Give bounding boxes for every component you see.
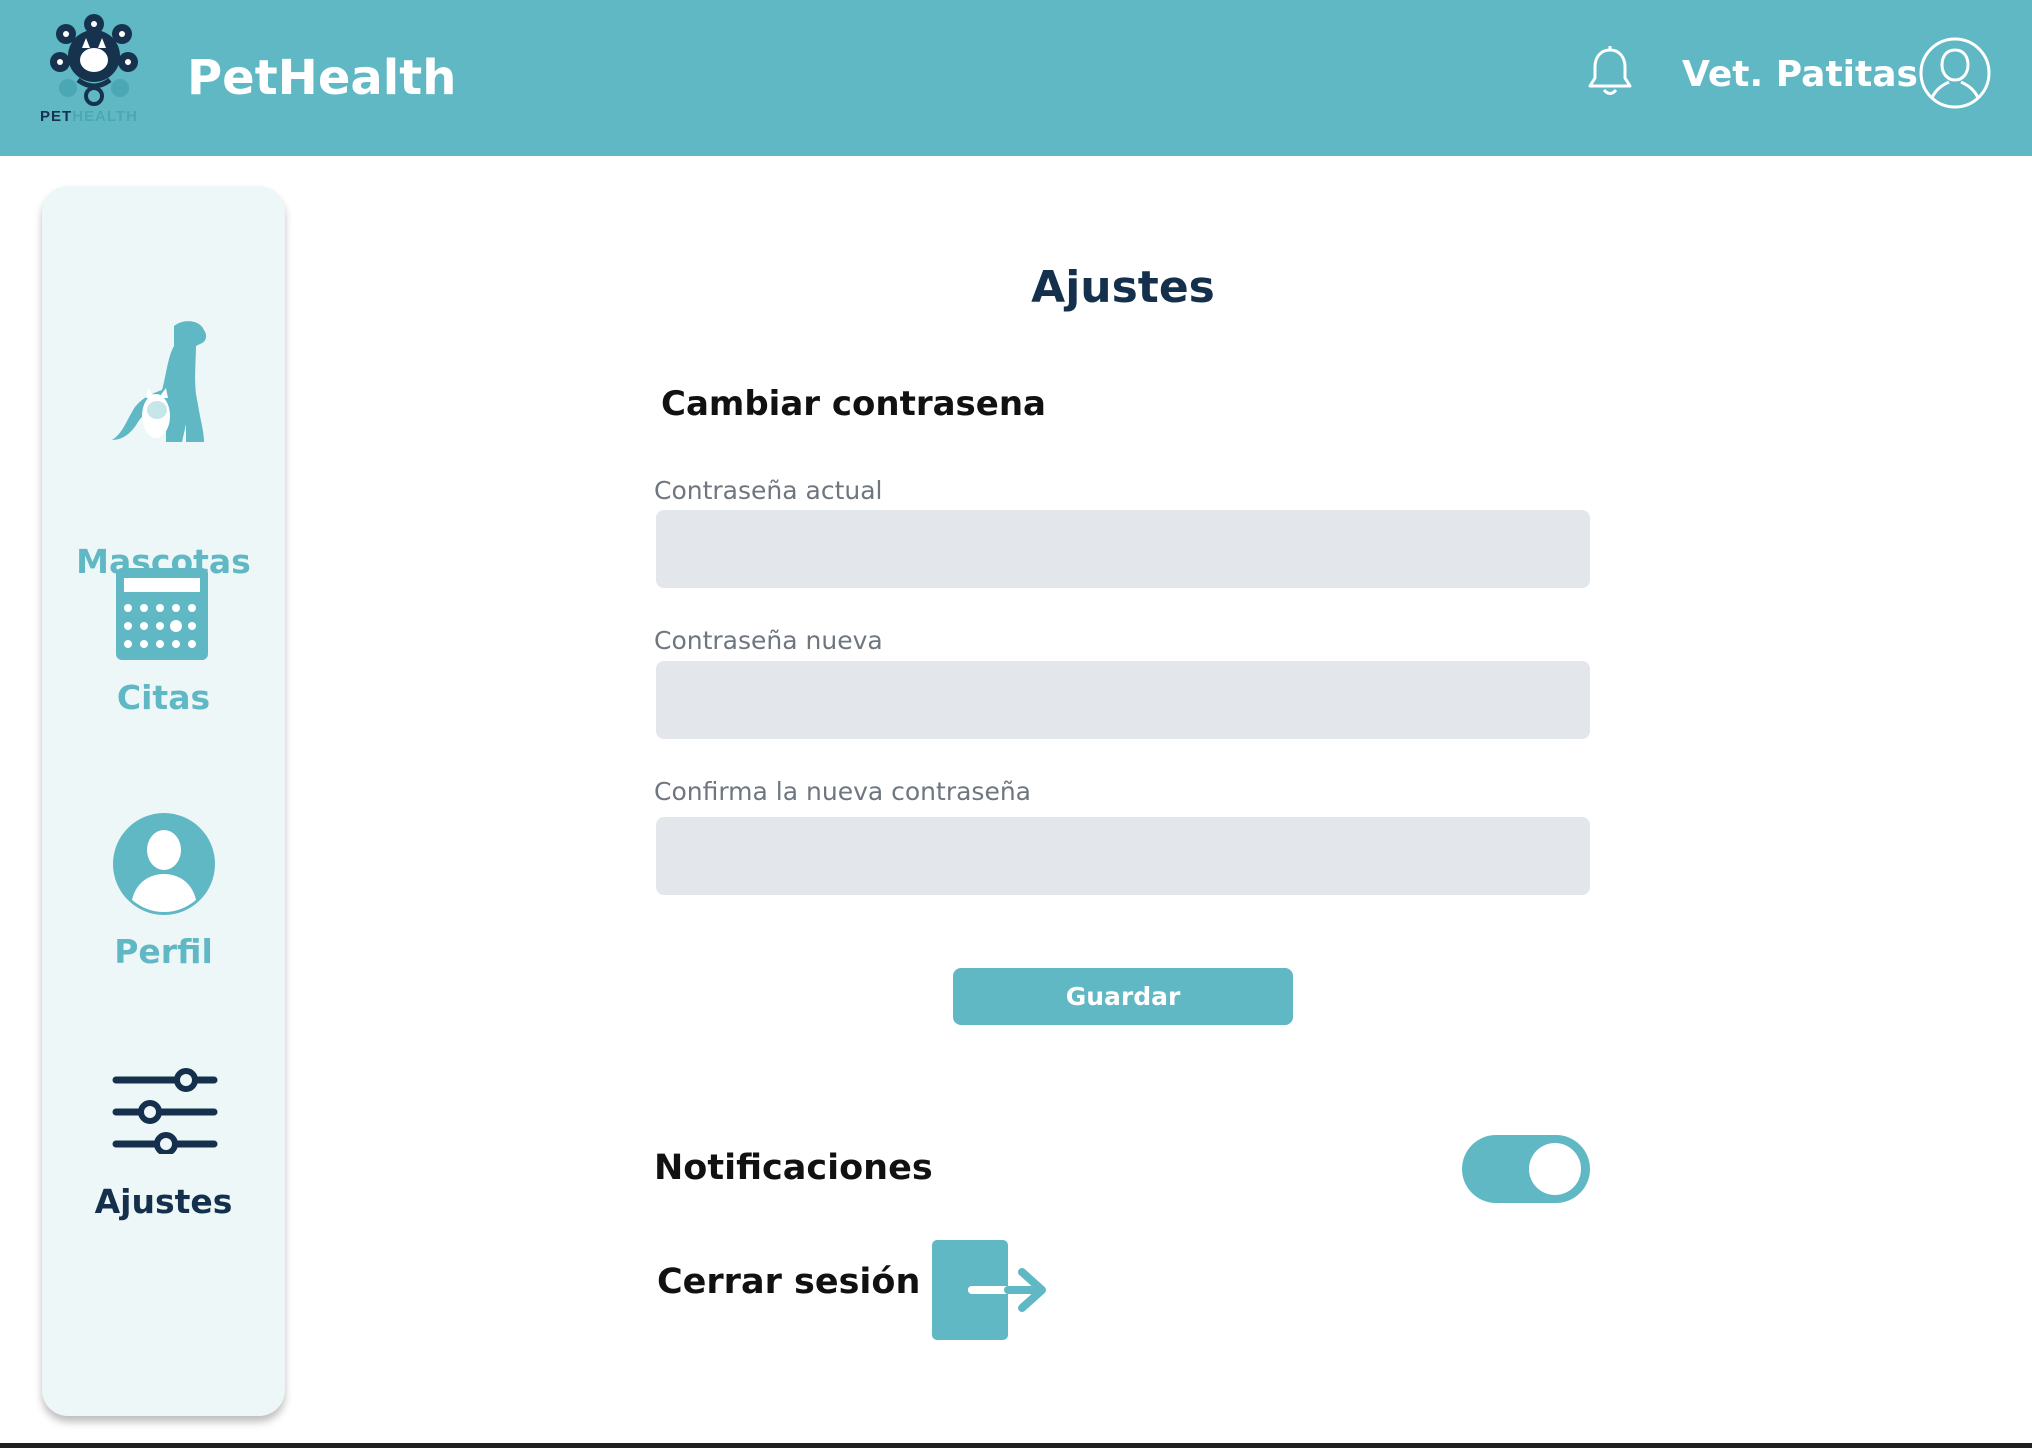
- password-section-title: Cambiar contrasena: [661, 384, 1046, 424]
- pets-icon: [112, 321, 207, 442]
- logout-icon[interactable]: [930, 1238, 1048, 1342]
- profile-icon: [113, 813, 215, 915]
- brand-title: PetHealth: [187, 50, 457, 106]
- sidebar-item-citas[interactable]: Citas: [42, 566, 285, 726]
- new-password-input[interactable]: [656, 661, 1590, 739]
- notifications-toggle[interactable]: [1462, 1135, 1590, 1203]
- page-title: Ajustes: [1031, 262, 1215, 313]
- sidebar-item-label: Perfil: [114, 932, 213, 971]
- sidebar-item-label: Citas: [116, 678, 211, 717]
- logo-word-pet: PET: [40, 108, 73, 125]
- sliders-icon: [112, 1068, 218, 1154]
- calendar-icon: [116, 568, 208, 660]
- sidebar-item-ajustes[interactable]: Ajustes: [42, 1068, 285, 1248]
- notifications-label: Notificaciones: [654, 1148, 933, 1188]
- current-password-label: Contraseña actual: [654, 476, 883, 505]
- logo-word-health: HEALTH: [72, 108, 138, 125]
- sidebar-item-label: Ajustes: [94, 1182, 233, 1221]
- sidebar-item-perfil[interactable]: Perfil: [42, 812, 285, 992]
- logout-label: Cerrar sesión: [657, 1262, 921, 1302]
- bell-icon[interactable]: [1582, 44, 1638, 100]
- current-password-input[interactable]: [656, 510, 1590, 588]
- user-avatar-icon[interactable]: [1918, 36, 1992, 110]
- bottom-border: [0, 1443, 2032, 1448]
- sidebar: Mascotas Citas Perfil Ajustes: [42, 186, 285, 1416]
- top-bar: PETHEALTH PetHealth Vet. Patitas: [0, 0, 2032, 156]
- user-name[interactable]: Vet. Patitas: [1682, 54, 1918, 95]
- save-button[interactable]: Guardar: [953, 968, 1293, 1025]
- toggle-knob: [1529, 1143, 1581, 1195]
- new-password-label: Contraseña nueva: [654, 626, 883, 655]
- sidebar-item-mascotas[interactable]: Mascotas: [42, 316, 285, 581]
- confirm-password-input[interactable]: [656, 817, 1590, 895]
- confirm-password-label: Confirma la nueva contraseña: [654, 777, 1032, 806]
- logo-wordmark: PETHEALTH: [40, 108, 138, 125]
